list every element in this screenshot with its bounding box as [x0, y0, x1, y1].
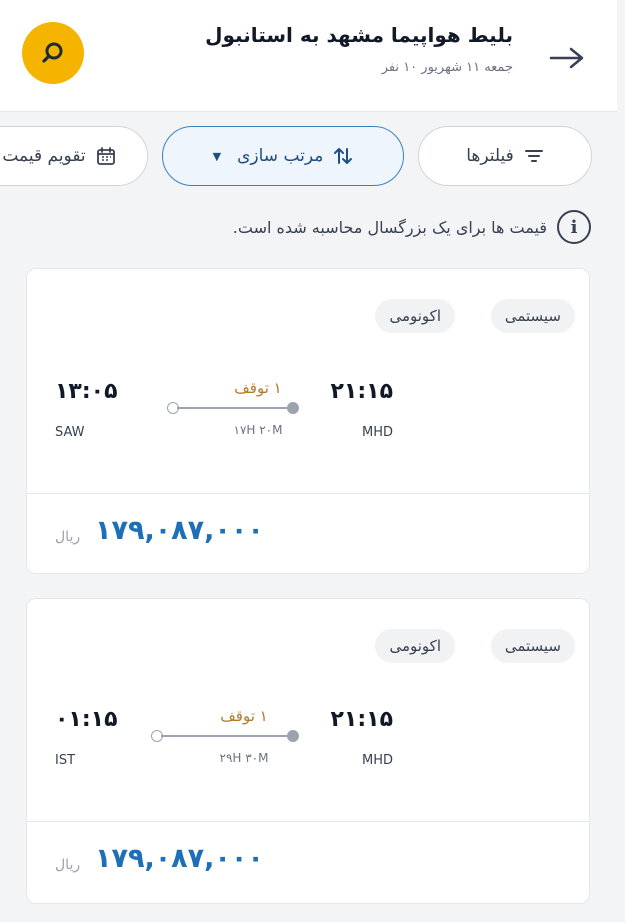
filters-button[interactable]: فیلترها [418, 126, 592, 186]
flight-card[interactable]: سیستمی اکونومی ۲۱:۱۵ MHD ۱ توقف ۱۷H ۲۰M … [26, 268, 590, 574]
departure-airport: MHD [361, 753, 393, 768]
card-divider [27, 493, 589, 494]
ticket-price: ۱۷۹,۰۸۷,۰۰۰ [95, 515, 264, 546]
stops-label: ۱ توقف [234, 379, 282, 397]
price-note-text: قیمت ها برای یک بزرگسال محاسبه شده است. [232, 217, 547, 237]
price-note: i قیمت ها برای یک بزرگسال محاسبه شده است… [233, 210, 591, 244]
flight-duration: ۱۷H ۲۰M [233, 423, 283, 437]
price-calendar-button[interactable]: تقویم قیمت [0, 126, 148, 186]
departure-airport: MHD [361, 425, 393, 440]
search-button[interactable] [22, 22, 84, 84]
cabin-class-badge: اکونومی [375, 299, 455, 333]
flight-card[interactable]: سیستمی اکونومی ۲۱:۱۵ MHD ۱ توقف ۲۹H ۳۰M … [26, 598, 590, 904]
cabin-class-badge: اکونومی [375, 629, 455, 663]
back-button[interactable] [547, 38, 587, 78]
departure-point [287, 730, 299, 742]
arrival-airport: SAW [55, 425, 85, 440]
arrival-time: ۱۳:۰۵ [55, 379, 118, 404]
route-line [177, 407, 293, 409]
currency-label: ریال [55, 529, 81, 545]
ticket-type-badge: سیستمی [490, 629, 575, 663]
ticket-type-badge: سیستمی [490, 299, 575, 333]
departure-time: ۲۱:۱۵ [330, 379, 393, 404]
ticket-price: ۱۷۹,۰۸۷,۰۰۰ [95, 843, 264, 874]
filters-label: فیلترها [466, 146, 514, 166]
filter-bar: فیلترها مرتب سازی ▼ تقویم قیمت [0, 126, 625, 186]
arrival-time: ۰۱:۱۵ [55, 707, 118, 732]
departure-point [287, 402, 299, 414]
arrow-right-icon [549, 47, 584, 69]
top-bar: بلیط هواپیما مشهد به استانبول جمعه ۱۱ شه… [0, 0, 617, 112]
route-title: بلیط هواپیما مشهد به استانبول [205, 23, 513, 47]
calendar-icon [96, 147, 115, 165]
departure-time: ۲۱:۱۵ [330, 707, 393, 732]
route-subtitle: جمعه ۱۱ شهریور ۱۰ نفر [381, 60, 513, 75]
info-icon: i [557, 210, 591, 244]
card-divider [27, 821, 589, 822]
calendar-label: تقویم قیمت [2, 146, 86, 166]
sort-button[interactable]: مرتب سازی ▼ [162, 126, 404, 186]
route-line [161, 735, 291, 737]
stops-label: ۱ توقف [220, 707, 268, 725]
currency-label: ریال [55, 857, 81, 873]
route-title-block[interactable]: بلیط هواپیما مشهد به استانبول جمعه ۱۱ شه… [205, 20, 513, 75]
caret-down-icon: ▼ [212, 149, 222, 163]
search-icon [42, 42, 63, 63]
sort-label: مرتب سازی [237, 146, 324, 166]
arrival-airport: IST [55, 753, 76, 768]
sort-arrows-icon [334, 148, 353, 164]
flight-duration: ۲۹H ۳۰M [219, 751, 269, 765]
filter-icon [524, 150, 543, 162]
